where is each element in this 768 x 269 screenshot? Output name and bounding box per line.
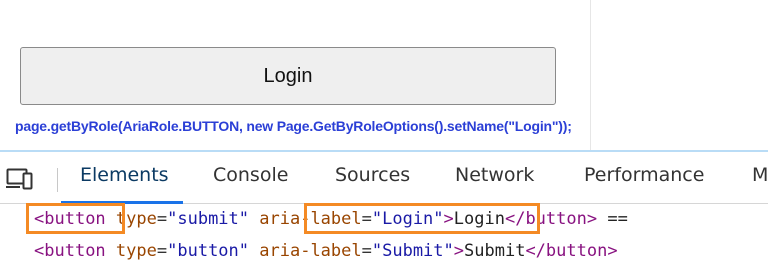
open-bracket: <: [34, 241, 45, 261]
attr-name: aria-label: [259, 241, 362, 261]
page-divider: [590, 0, 591, 150]
device-toggle-icon[interactable]: [6, 167, 38, 191]
tab-console[interactable]: Console: [213, 164, 288, 186]
tab-performance[interactable]: Performance: [584, 164, 704, 186]
tab-elements[interactable]: Elements: [80, 164, 169, 186]
tab-network[interactable]: Network: [455, 164, 534, 186]
tab-more-truncated[interactable]: M: [752, 164, 768, 186]
end-tag: </button>: [525, 241, 618, 261]
tab-sources[interactable]: Sources: [335, 164, 410, 186]
dom-node-submit-button[interactable]: <button type="button" aria-label="Submit…: [34, 235, 618, 267]
attr-name: type: [115, 241, 157, 261]
tag-name: button: [44, 241, 106, 261]
highlight-box-tag: [26, 203, 125, 234]
selected-node-marker: ==: [607, 209, 628, 229]
login-button[interactable]: Login: [20, 47, 556, 105]
highlight-box-aria-label: [304, 203, 540, 234]
web-page-viewport: Login page.getByRole(AriaRole.BUTTON, ne…: [0, 0, 768, 150]
devtools-tab-bar: Elements Console Sources Network Perform…: [0, 152, 768, 204]
close-bracket: >: [453, 241, 465, 261]
element-text: Submit: [464, 241, 526, 261]
code-caption: page.getByRole(AriaRole.BUTTON, new Page…: [15, 118, 572, 134]
attr-value: "submit": [167, 209, 250, 229]
attr-value: "button": [167, 241, 250, 261]
tab-separator: [57, 168, 58, 192]
devtools-panel: Elements Console Sources Network Perform…: [0, 150, 768, 269]
attr-value: "Submit": [371, 241, 454, 261]
